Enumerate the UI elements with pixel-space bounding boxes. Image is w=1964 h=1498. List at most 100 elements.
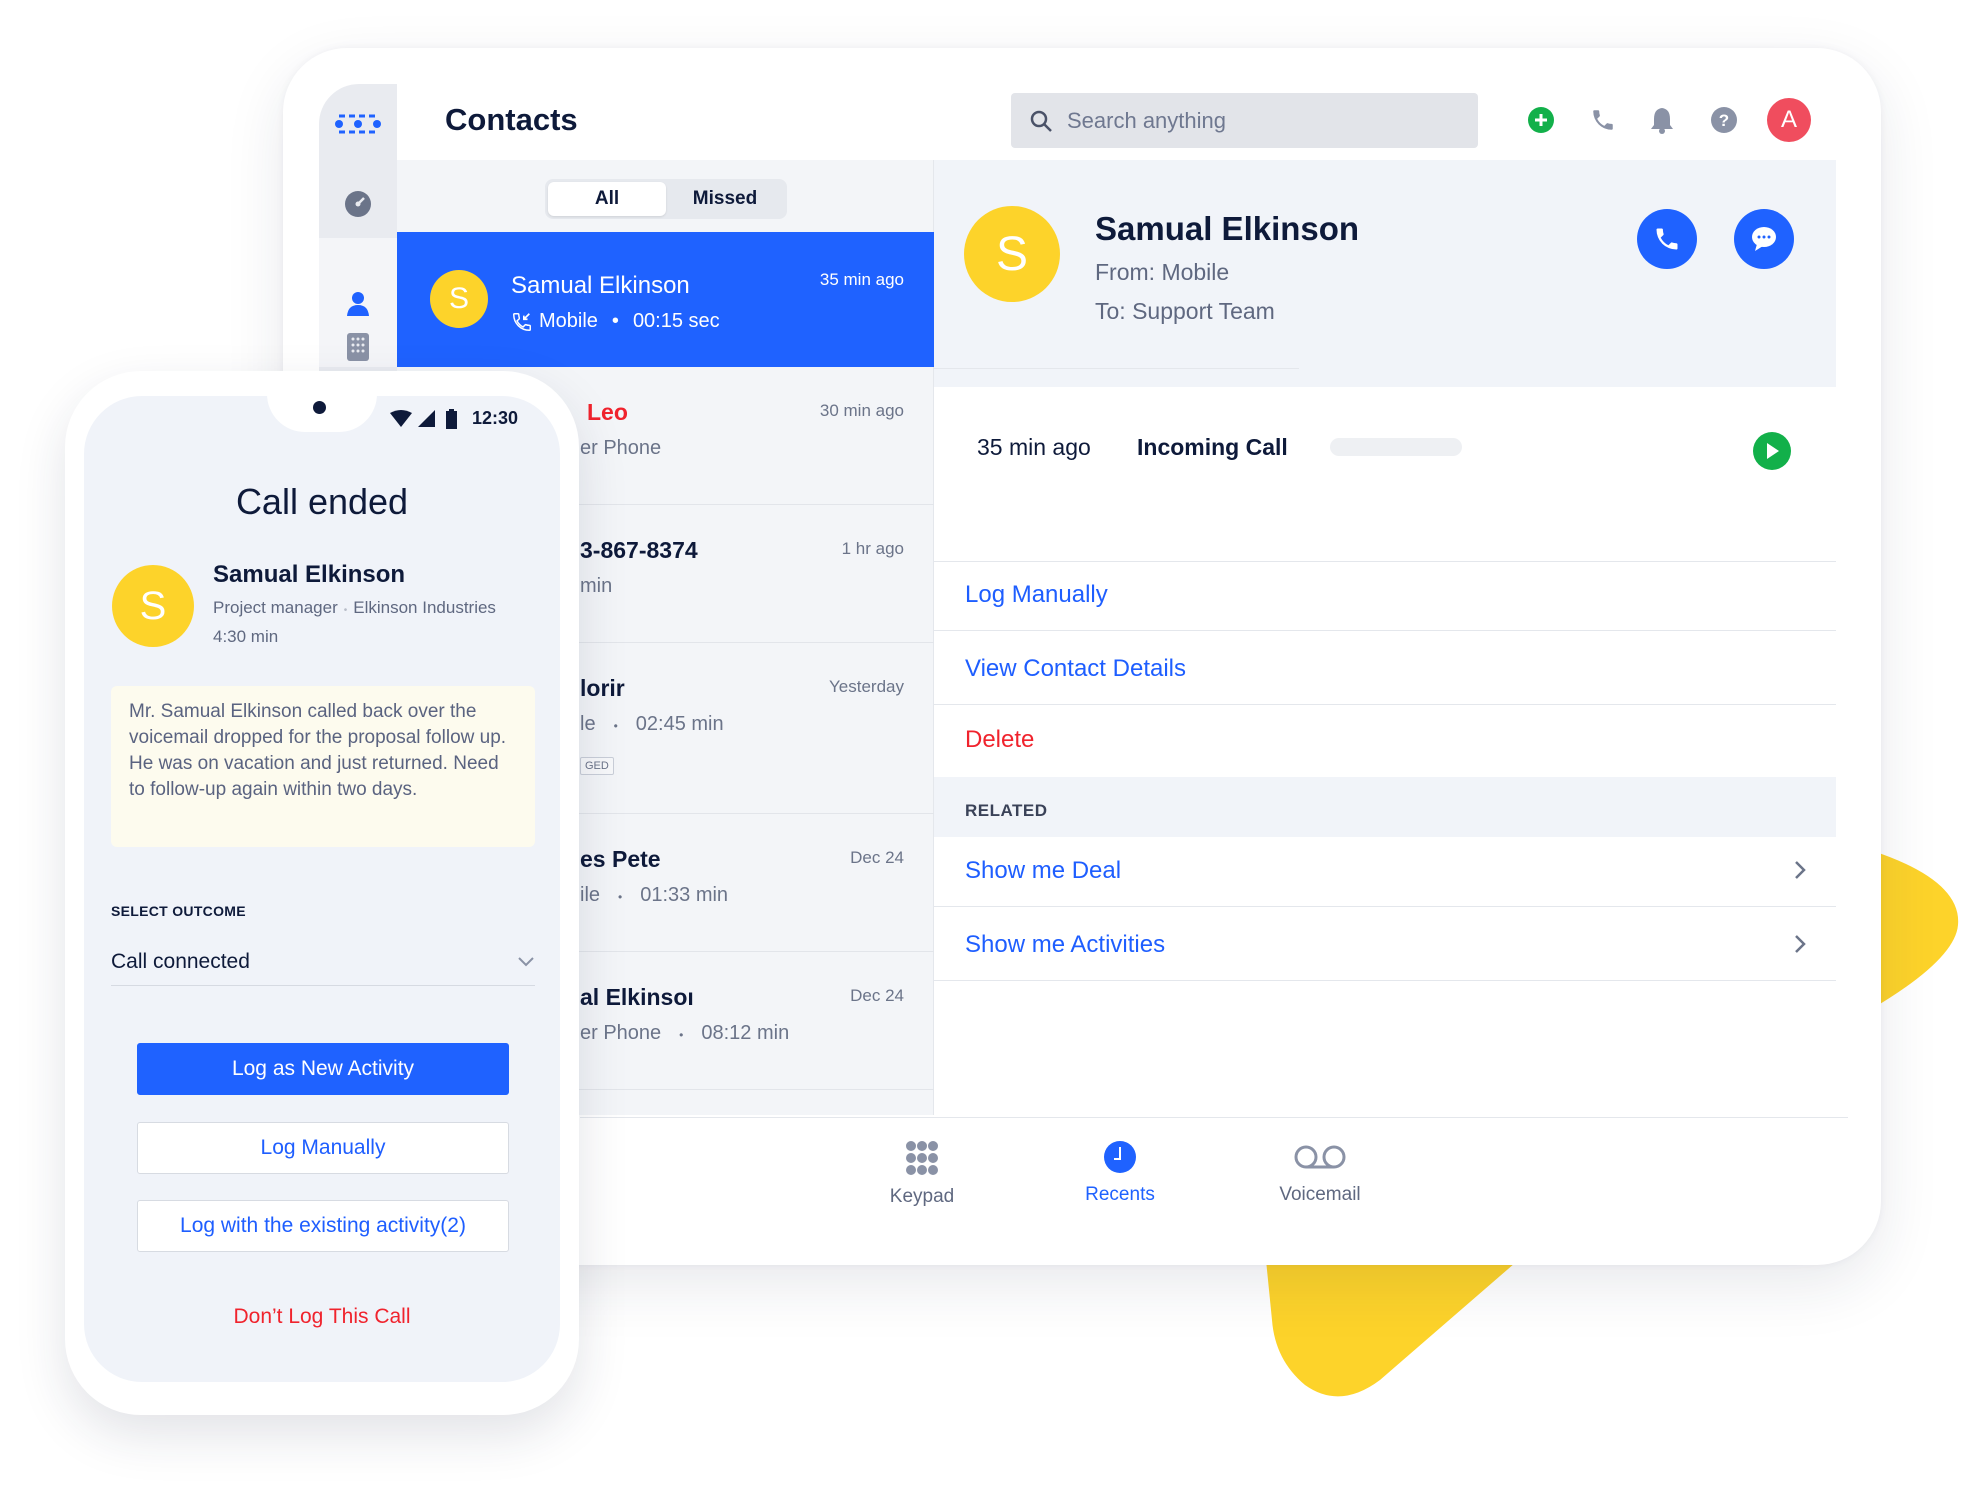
log-new-activity-button[interactable]: Log as New Activity bbox=[137, 1043, 509, 1095]
call-duration: 00:15 sec bbox=[632, 310, 720, 332]
outcome-value: Call connected bbox=[111, 950, 250, 973]
call-to: To: Support Team bbox=[1095, 298, 1275, 324]
call-duration: 01:33 min bbox=[640, 884, 729, 906]
call-time: Yesterday bbox=[829, 677, 904, 696]
nav-voicemail[interactable]: Voicemail bbox=[1260, 1140, 1380, 1206]
contact-name: lorir bbox=[580, 675, 625, 701]
divider bbox=[934, 704, 1836, 705]
incoming-call-icon bbox=[513, 312, 531, 331]
call-info: ile • 01:33 min bbox=[580, 884, 728, 907]
recording-progress-bar[interactable] bbox=[1330, 438, 1462, 456]
yellow-shape-right bbox=[1870, 850, 1959, 1010]
screen-title: Call ended bbox=[235, 481, 409, 522]
clock-icon bbox=[1104, 1141, 1136, 1173]
call-duration: min bbox=[580, 575, 613, 597]
call-duration: 02:45 min bbox=[635, 713, 724, 735]
keypad-icon[interactable] bbox=[319, 322, 397, 372]
contact-detail-header bbox=[934, 160, 1836, 387]
show-activities-link[interactable]: Show me Activities bbox=[965, 931, 1165, 959]
status-time: 12:30 bbox=[471, 408, 518, 428]
nav-label: Voicemail bbox=[1279, 1184, 1361, 1205]
page-title: Contacts bbox=[445, 102, 578, 137]
search-placeholder: Search anything bbox=[1067, 107, 1226, 133]
tab-all[interactable]: All bbox=[548, 182, 666, 216]
divider bbox=[934, 630, 1836, 631]
call-info: Mobile • 00:15 sec bbox=[511, 310, 720, 333]
call-duration: 08:12 min bbox=[701, 1022, 790, 1044]
contact-name: es Pete bbox=[580, 846, 661, 872]
call-log-type: Incoming Call bbox=[1137, 434, 1288, 460]
delete-link[interactable]: Delete bbox=[965, 726, 1034, 754]
divider bbox=[580, 1117, 1848, 1118]
divider bbox=[934, 561, 1836, 562]
call-log-time: 35 min ago bbox=[977, 434, 1091, 460]
avatar: S bbox=[430, 270, 488, 328]
avatar: S bbox=[112, 565, 194, 647]
contact-name: Samual Elkinson bbox=[1095, 210, 1360, 247]
call-note[interactable]: Mr. Samual Elkinson called back over the… bbox=[111, 686, 535, 847]
separator-dot: • bbox=[343, 605, 348, 616]
contact-name: al Elkinsoı bbox=[580, 984, 694, 1010]
call-source: er Phone bbox=[580, 1022, 662, 1044]
log-manually-link[interactable]: Log Manually bbox=[965, 581, 1108, 609]
call-source: er Phone bbox=[580, 437, 662, 459]
contact-meta: Project manager • Elkinson Industries bbox=[213, 598, 496, 618]
call-time: 30 min ago bbox=[819, 401, 904, 420]
contact-name: Samual Elkinson bbox=[213, 561, 406, 588]
call-source: Mobile bbox=[539, 310, 598, 332]
chevron-right-icon bbox=[1795, 935, 1806, 953]
search-icon bbox=[1030, 110, 1052, 132]
svg-text:?: ? bbox=[1719, 111, 1729, 130]
call-from: From: Mobile bbox=[1095, 259, 1230, 285]
dashboard-icon[interactable] bbox=[319, 179, 397, 229]
message-button[interactable] bbox=[1734, 209, 1794, 269]
list-item-selected[interactable]: S Samual Elkinson Mobile • 00:15 sec 35 … bbox=[397, 232, 934, 367]
filter-tabs: All Missed bbox=[545, 179, 787, 219]
status-bar: 12:30 bbox=[389, 408, 518, 429]
divider bbox=[934, 980, 1836, 981]
play-button[interactable] bbox=[1753, 432, 1791, 470]
keypad-icon bbox=[906, 1141, 938, 1175]
dont-log-button[interactable]: Don’t Log This Call bbox=[84, 1305, 560, 1329]
phone-icon bbox=[1656, 228, 1678, 250]
call-info: le • 02:45 min bbox=[580, 713, 724, 736]
contact-name: Samual Elkinson bbox=[511, 272, 690, 299]
call-source: le bbox=[580, 713, 596, 735]
call-duration: 4:30 min bbox=[213, 627, 279, 646]
signal-icon bbox=[417, 409, 435, 427]
play-icon bbox=[1767, 443, 1779, 459]
separator-dot: • bbox=[613, 719, 618, 733]
user-avatar[interactable]: A bbox=[1767, 98, 1811, 142]
bell-icon[interactable] bbox=[1644, 102, 1680, 138]
call-button[interactable] bbox=[1637, 209, 1697, 269]
nav-recents[interactable]: Recents bbox=[1060, 1140, 1180, 1206]
voicemail-icon bbox=[1294, 1145, 1346, 1169]
outcome-select[interactable]: Call connected bbox=[111, 944, 535, 986]
wifi-icon bbox=[389, 409, 412, 427]
add-icon[interactable] bbox=[1523, 102, 1559, 138]
show-deal-link[interactable]: Show me Deal bbox=[965, 857, 1121, 885]
contact-company: Elkinson Industries bbox=[353, 598, 496, 617]
nav-keypad[interactable]: Keypad bbox=[862, 1140, 982, 1208]
status-badge: GED bbox=[580, 757, 614, 775]
help-icon[interactable]: ? bbox=[1706, 102, 1742, 138]
logo-icon[interactable] bbox=[319, 104, 397, 144]
search-input[interactable]: Search anything bbox=[1011, 93, 1478, 148]
separator-dot: • bbox=[611, 310, 619, 332]
call-time: Dec 24 bbox=[850, 848, 904, 867]
camera-icon bbox=[313, 401, 326, 414]
avatar: S bbox=[964, 206, 1060, 302]
related-title: RELATED bbox=[965, 801, 1048, 820]
tab-missed[interactable]: Missed bbox=[666, 182, 784, 216]
call-info: er Phone • 08:12 min bbox=[580, 1022, 789, 1045]
contact-name: 3-867-8374 bbox=[580, 537, 698, 563]
nav-label: Keypad bbox=[889, 1186, 955, 1207]
divider bbox=[934, 906, 1836, 907]
phone-icon[interactable] bbox=[1585, 102, 1621, 138]
log-manually-button[interactable]: Log Manually bbox=[137, 1122, 509, 1174]
log-existing-activity-button[interactable]: Log with the existing activity(2) bbox=[137, 1200, 509, 1252]
contact-name: Leo bbox=[587, 399, 628, 425]
outcome-label: SELECT OUTCOME bbox=[111, 903, 246, 919]
view-contact-details-link[interactable]: View Contact Details bbox=[965, 655, 1186, 683]
related-section-header: RELATED bbox=[934, 777, 1836, 837]
